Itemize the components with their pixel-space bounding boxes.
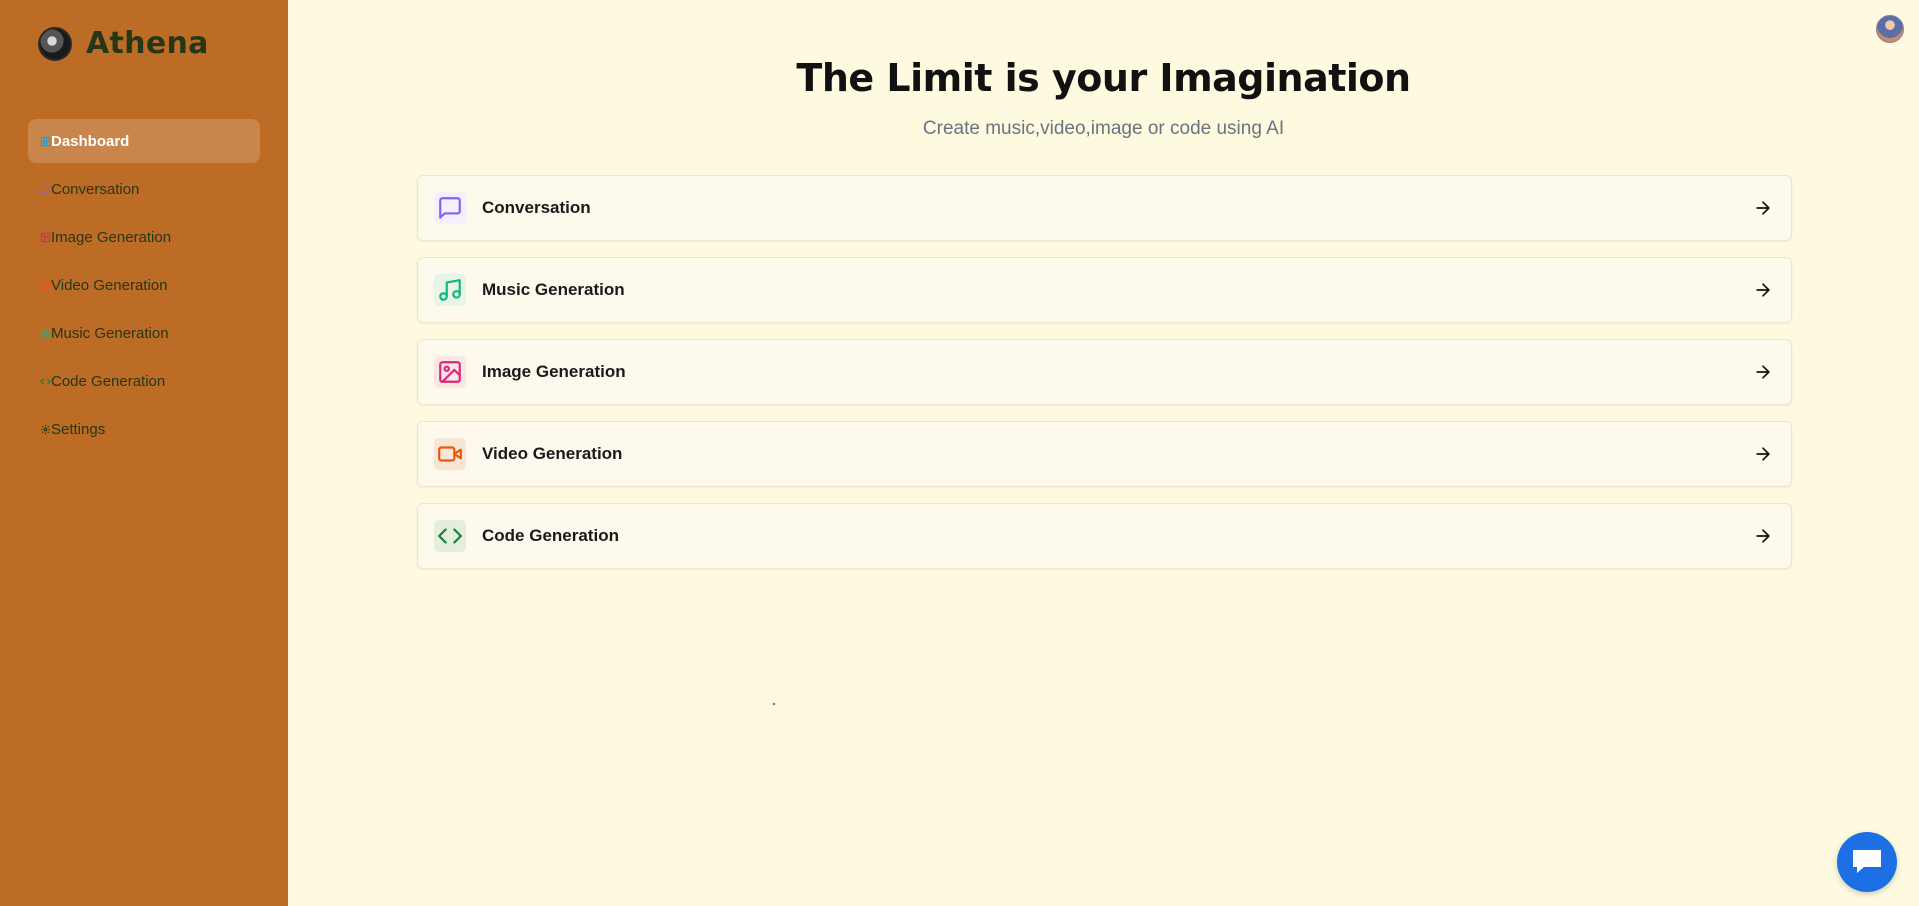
video-icon	[40, 280, 51, 291]
page-subtitle: Create music,video,image or code using A…	[922, 118, 1285, 139]
image-icon	[40, 232, 51, 243]
message-square-icon	[434, 192, 466, 224]
sidebar-item-label: Dashboard	[51, 132, 130, 150]
sidebar-item-label: Code Generation	[51, 372, 166, 390]
card-label: Conversation	[482, 198, 591, 217]
image-icon	[434, 356, 466, 388]
layout-dashboard-icon	[40, 136, 51, 147]
tool-cards: Conversation Music Generation Image Gene…	[417, 175, 1792, 585]
brand-logo	[38, 26, 72, 61]
sidebar-item-label: Video Generation	[51, 276, 168, 294]
sidebar-item-music-generation[interactable]: Music Generation	[28, 311, 260, 355]
brand[interactable]: Athena	[38, 26, 209, 61]
message-square-icon	[40, 184, 51, 195]
sidebar-item-image-generation[interactable]: Image Generation	[28, 215, 260, 259]
video-icon	[434, 438, 466, 470]
code-icon	[40, 376, 51, 387]
sidebar-item-video-generation[interactable]: Video Generation	[28, 263, 260, 307]
card-label: Video Generation	[482, 444, 623, 463]
card-image-generation[interactable]: Image Generation	[417, 339, 1792, 405]
sidebar-nav: Dashboard Conversation Image Generation …	[28, 119, 260, 455]
card-label: Code Generation	[482, 526, 619, 545]
card-conversation[interactable]: Conversation	[417, 175, 1792, 241]
user-avatar[interactable]	[1876, 15, 1904, 43]
music-icon	[434, 274, 466, 306]
card-video-generation[interactable]: Video Generation	[417, 421, 1792, 487]
sidebar-item-label: Music Generation	[51, 324, 169, 342]
chat-bubble-icon	[1853, 850, 1881, 873]
sidebar-item-label: Settings	[51, 420, 106, 438]
page-title: The Limit is your Imagination	[796, 56, 1411, 100]
stray-dot	[773, 703, 775, 705]
brand-name: Athena	[86, 26, 209, 61]
card-music-generation[interactable]: Music Generation	[417, 257, 1792, 323]
chat-support-button[interactable]	[1837, 832, 1897, 892]
settings-icon	[40, 424, 51, 435]
music-icon	[40, 328, 51, 339]
sidebar-item-label: Conversation	[51, 180, 140, 198]
sidebar-item-settings[interactable]: Settings	[28, 407, 260, 451]
sidebar-item-label: Image Generation	[51, 228, 172, 246]
sidebar-item-code-generation[interactable]: Code Generation	[28, 359, 260, 403]
arrow-right-icon	[1756, 201, 1770, 215]
arrow-right-icon	[1756, 529, 1770, 543]
arrow-right-icon	[1756, 365, 1770, 379]
card-label: Music Generation	[482, 280, 625, 299]
arrow-right-icon	[1756, 447, 1770, 461]
code-icon	[434, 520, 466, 552]
arrow-right-icon	[1756, 283, 1770, 297]
sidebar: Athena Dashboard Conversation Image Gene…	[0, 0, 288, 906]
sidebar-item-conversation[interactable]: Conversation	[28, 167, 260, 211]
sidebar-item-dashboard[interactable]: Dashboard	[28, 119, 260, 163]
card-label: Image Generation	[482, 362, 626, 381]
card-code-generation[interactable]: Code Generation	[417, 503, 1792, 569]
